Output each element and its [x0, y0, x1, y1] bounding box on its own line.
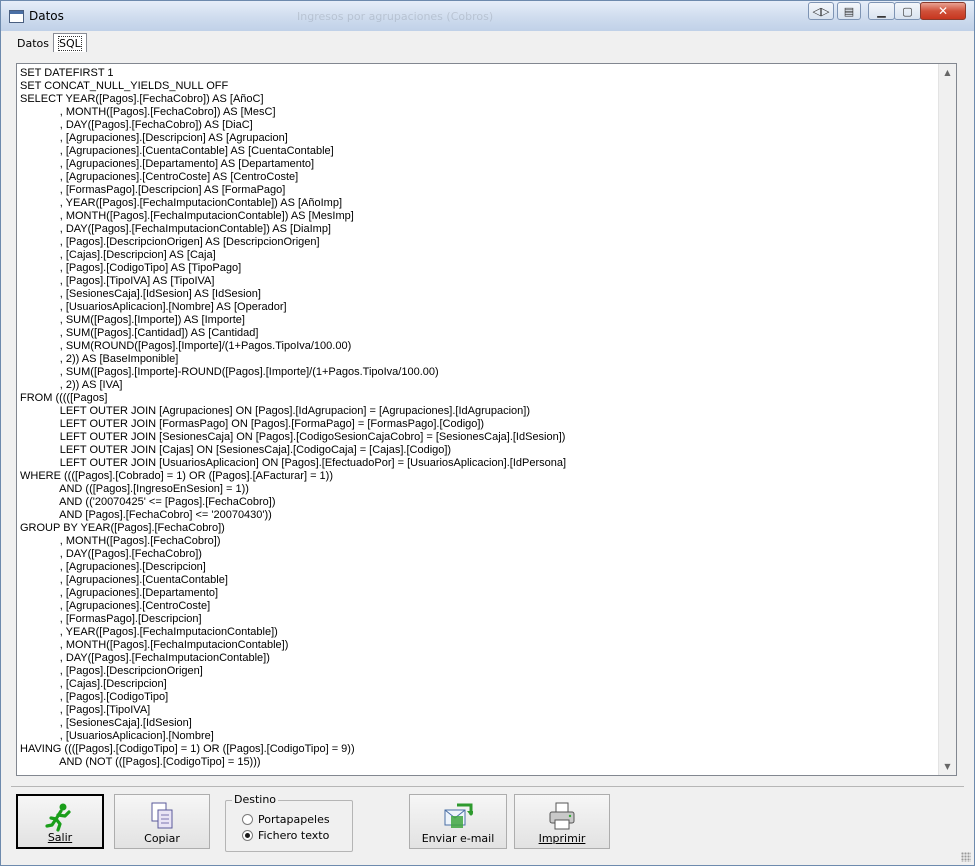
destino-group: Destino Portapapeles Fichero texto — [225, 793, 353, 852]
radio-portapapeles-circle[interactable] — [242, 814, 253, 825]
salir-label: Salir — [47, 831, 73, 844]
maximize-button[interactable]: ▢ — [894, 2, 921, 20]
printer-icon — [515, 801, 609, 831]
radio-portapapeles[interactable]: Portapapeles — [242, 813, 330, 826]
title-bar[interactable]: Datos Ingresos por agrupaciones (Cobros)… — [1, 1, 974, 31]
scroll-down-arrow-icon[interactable]: ▼ — [939, 758, 956, 775]
salir-button[interactable]: Salir — [16, 794, 104, 849]
running-man-icon — [18, 802, 102, 832]
tab-datos-label: Datos — [17, 37, 49, 50]
sql-text-area[interactable]: SET DATEFIRST 1 SET CONCAT_NULL_YIELDS_N… — [16, 63, 957, 776]
enviar-email-label: Enviar e-mail — [421, 832, 495, 845]
restore-layout-button[interactable]: ▤ — [837, 2, 861, 20]
copiar-button[interactable]: Copiar — [114, 794, 210, 849]
send-email-icon — [410, 801, 506, 831]
vertical-scrollbar[interactable]: ▲ ▼ — [938, 64, 956, 775]
radio-fichero-texto-circle[interactable] — [242, 830, 253, 841]
enviar-email-button[interactable]: Enviar e-mail — [409, 794, 507, 849]
window-ghost-title: Ingresos por agrupaciones (Cobros) — [297, 10, 494, 23]
scroll-up-arrow-icon[interactable]: ▲ — [939, 64, 956, 81]
radio-portapapeles-label: Portapapeles — [258, 813, 330, 826]
resize-grip[interactable] — [961, 852, 971, 862]
copiar-label: Copiar — [144, 832, 180, 845]
pin-button[interactable]: ◁▷ — [808, 2, 834, 20]
tab-datos[interactable]: Datos — [13, 35, 53, 52]
window: Datos Ingresos por agrupaciones (Cobros)… — [0, 0, 975, 866]
imprimir-button[interactable]: Imprimir — [514, 794, 610, 849]
tab-sql[interactable]: SQL — [53, 33, 87, 52]
imprimir-label: Imprimir — [538, 832, 586, 845]
radio-fichero-texto[interactable]: Fichero texto — [242, 829, 329, 842]
close-button[interactable]: ✕ — [920, 2, 966, 20]
window-title: Datos — [29, 9, 64, 23]
destino-legend: Destino — [232, 793, 279, 806]
sql-query-text[interactable]: SET DATEFIRST 1 SET CONCAT_NULL_YIELDS_N… — [20, 67, 938, 769]
tab-sql-label: SQL — [58, 36, 82, 51]
radio-fichero-texto-label: Fichero texto — [258, 829, 330, 842]
copy-documents-icon — [115, 801, 209, 831]
window-icon[interactable] — [9, 10, 24, 23]
minimize-button[interactable]: ▁ — [868, 2, 895, 20]
